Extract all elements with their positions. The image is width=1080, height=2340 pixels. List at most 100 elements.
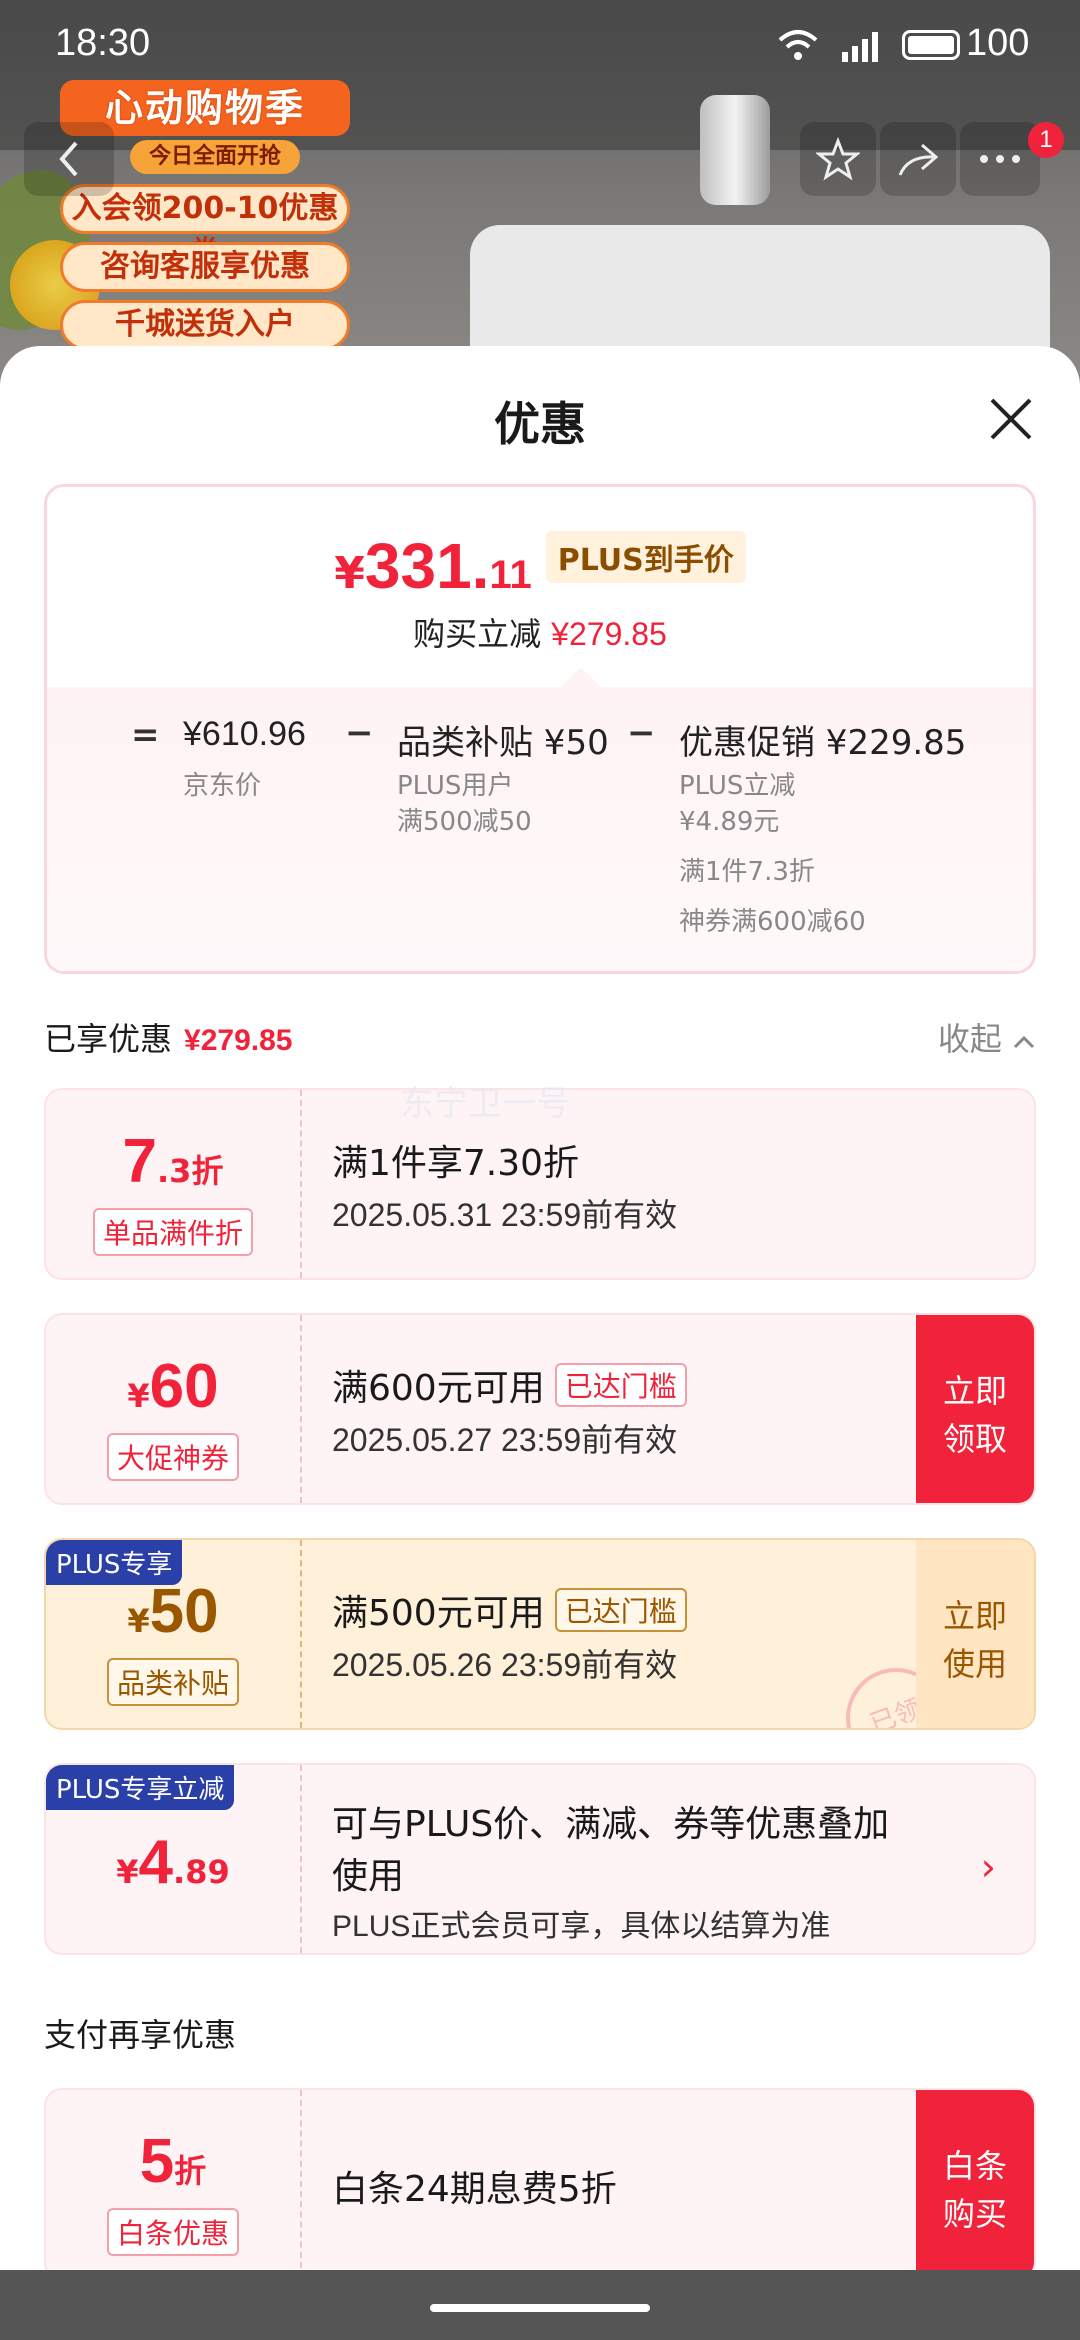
coupon-value-area: ¥60 大促神券	[46, 1315, 300, 1503]
price-currency: ¥	[334, 548, 365, 599]
promo-line: 咨询客服享优惠	[60, 242, 350, 292]
signal-icon	[842, 32, 878, 62]
reduce-label: 购买立减	[413, 615, 542, 653]
share-button[interactable]	[880, 122, 956, 196]
coupon-value: ¥50	[46, 1576, 300, 1647]
back-button[interactable]	[24, 122, 114, 196]
close-icon[interactable]	[986, 394, 1036, 444]
enjoyed-amount: ¥279.85	[184, 1024, 293, 1057]
baitiao-button-label: 白条 购买	[942, 2147, 1007, 2233]
coupon-currency: ¥	[116, 1853, 139, 1891]
price-integer: 331.	[364, 530, 490, 602]
coupon-rule-cont: 使用	[332, 1856, 405, 1897]
promo-total: 优惠促销 ¥229.85	[679, 723, 967, 763]
battery-icon	[902, 30, 960, 60]
collapse-button[interactable]: 收起	[938, 1014, 1036, 1060]
status-bar: 18:30 100	[0, 0, 1080, 90]
final-price: ¥331.11 PLUS到手价	[47, 529, 1033, 603]
coupon-item[interactable]: ¥50 品类补贴 PLUS专享 满500元可用 已达门槛 2025.05.26 2…	[44, 1538, 1036, 1730]
jd-price-label: 京东价	[183, 771, 262, 801]
coupon-value-main: 60	[149, 1352, 219, 1421]
battery-level: 100	[966, 22, 1030, 64]
more-icon	[980, 155, 1020, 163]
reduce-amount: ¥279.85	[551, 616, 667, 652]
coupon-type-tag: 白条优惠	[106, 2208, 240, 2256]
coupon-value-unit: .3折	[157, 1152, 224, 1190]
claim-coupon-button[interactable]: 立即 领取	[916, 1315, 1034, 1503]
coupon-note: PLUS正式会员可享，具体以结算为准	[332, 1910, 831, 1943]
favorite-button[interactable]	[800, 122, 876, 196]
promo-sub-amount: ¥4.89元	[679, 807, 780, 837]
coupon-validity: 2025.05.31 23:59前有效	[332, 1197, 678, 1233]
coupon-rule: 满1件享7.30折	[332, 1143, 580, 1184]
collapse-label: 收起	[937, 1020, 1002, 1058]
coupon-rule: 满600元可用 已达门槛	[332, 1359, 687, 1411]
price-decimal: 11	[489, 553, 532, 597]
coupon-value-area: 7.3折 单品满件折	[46, 1090, 300, 1278]
coupon-value-unit: 折	[174, 2152, 207, 2190]
coupon-divider	[300, 1315, 302, 1503]
baitiao-buy-button[interactable]: 白条 购买	[916, 2090, 1034, 2270]
promo-line: 千城送货入户	[60, 300, 350, 350]
back-arrow-icon	[59, 141, 78, 177]
share-icon	[898, 143, 939, 176]
coupon-type-tag: 品类补贴	[106, 1658, 240, 1706]
coupon-item[interactable]: ¥60 大促神券 满600元可用 已达门槛 2025.05.27 23:59前有效…	[44, 1313, 1036, 1505]
category-subsidy: 品类补贴 ¥50	[397, 723, 609, 763]
promo-banner: 心动购物季 今日全面开抢 入会领200-10优惠券 咨询客服享优惠 千城送货入户	[10, 80, 360, 350]
promo-sub-coupon: 神券满600减60	[679, 907, 866, 937]
coupon-currency: ¥	[127, 1377, 150, 1415]
promo-sub-discount: 满1件7.3折	[679, 857, 815, 887]
coupon-currency: ¥	[127, 1602, 150, 1640]
watermark: 东宁卫一号	[400, 1084, 570, 1124]
plus-price-tag: PLUS到手价	[545, 531, 746, 583]
threshold-reached-tag: 已达门槛	[554, 1363, 687, 1407]
coupon-rule: 白条24期息费5折	[332, 2169, 617, 2210]
plus-discount-item[interactable]: ¥4.89 PLUS专享立减 可与PLUS价、满减、券等优惠叠加 使用 PLUS…	[44, 1763, 1036, 1955]
plus-exclusive-badge: PLUS专享立减	[46, 1765, 235, 1810]
pay-coupon-item[interactable]: 5折 白条优惠 白条24期息费5折 白条 购买	[44, 2088, 1036, 2270]
coupon-value-main: 4	[138, 1828, 174, 1897]
coupon-rule: 可与PLUS价、满减、券等优惠叠加	[332, 1804, 890, 1845]
category-sub-rule: 满500减50	[397, 807, 532, 837]
discount-sheet: 优惠 ¥331.11 PLUS到手价 购买立减 ¥279.85 = ¥610.96 …	[0, 346, 1080, 2270]
coupon-value-main: 50	[149, 1577, 219, 1646]
enjoyed-label: 已享优惠	[44, 1020, 173, 1058]
use-button-label: 立即 使用	[942, 1597, 1007, 1683]
reduce-line: 购买立减 ¥279.85	[47, 609, 1033, 655]
status-time: 18:30	[55, 22, 151, 64]
coupon-divider	[300, 2090, 302, 2270]
plus-exclusive-badge: PLUS专享	[46, 1540, 183, 1585]
wifi-icon	[778, 30, 818, 60]
enjoyed-discount-row: 已享优惠 ¥279.85 收起	[44, 1014, 1036, 1064]
coupon-value: 7.3折	[46, 1126, 300, 1197]
coupon-value-main: 7	[122, 1127, 158, 1196]
coupon-divider	[300, 1765, 302, 1953]
use-coupon-button[interactable]: 立即 使用	[916, 1540, 1034, 1728]
coupon-rule-text: 满600元可用	[332, 1368, 545, 1409]
coupon-validity: 2025.05.26 23:59前有效	[332, 1647, 678, 1683]
equals-sign: =	[131, 715, 160, 755]
notification-badge: 1	[1028, 122, 1064, 158]
minus-sign: −	[627, 713, 656, 753]
coupon-type-tag: 大促神券	[106, 1433, 240, 1481]
chevron-right-icon[interactable]: ›	[981, 1845, 996, 1889]
coupon-value-area: 5折 白条优惠	[46, 2090, 300, 2270]
coupon-type-tag: 单品满件折	[92, 1208, 254, 1256]
coupon-value: ¥4.89	[46, 1827, 300, 1898]
coupon-rule-text: 满500元可用	[332, 1593, 545, 1634]
home-indicator[interactable]	[430, 2304, 650, 2312]
minus-sign: −	[345, 713, 374, 753]
coupon-value-decimal: .89	[173, 1853, 230, 1891]
category-sub-user: PLUS用户	[397, 771, 514, 801]
coupon-value: ¥60	[46, 1351, 300, 1422]
coupon-value-main: 5	[139, 2127, 175, 2196]
coupon-divider	[300, 1540, 302, 1728]
chevron-up-icon	[1013, 1035, 1035, 1049]
price-summary-card: ¥331.11 PLUS到手价 购买立减 ¥279.85 = ¥610.96 京东价…	[44, 484, 1036, 974]
coupon-rule: 满500元可用 已达门槛	[332, 1584, 687, 1636]
price-top: ¥331.11 PLUS到手价 购买立减 ¥279.85	[47, 487, 1033, 687]
star-icon	[816, 137, 860, 181]
coupon-validity: 2025.05.27 23:59前有效	[332, 1422, 678, 1458]
price-breakdown: = ¥610.96 京东价 − 品类补贴 ¥50 PLUS用户 满500减50 …	[47, 667, 1033, 971]
